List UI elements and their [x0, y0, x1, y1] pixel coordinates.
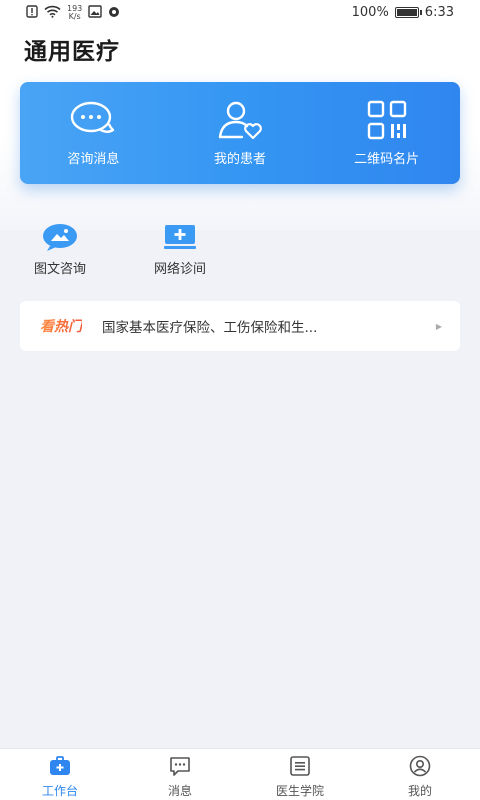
triangle-right-icon: ▶	[435, 321, 442, 331]
message-icon	[170, 757, 190, 776]
network-speed-unit: K/s	[68, 12, 81, 21]
hot-news-bar[interactable]: 看热门 国家基本医疗保险、工伤保险和生... ▶	[20, 301, 460, 351]
user-icon	[409, 755, 431, 777]
online-clinic-button[interactable]: 网络诊间	[130, 222, 230, 277]
consult-messages-button[interactable]: 咨询消息	[33, 100, 153, 167]
page-title: 通用医疗	[24, 39, 120, 65]
hot-news-text[interactable]: 国家基本医疗保险、工伤保险和生...	[102, 316, 394, 336]
network-speed: 193 K/s	[67, 5, 82, 21]
tab-mine[interactable]: 我的	[360, 749, 480, 800]
battery-percent: 100%	[351, 5, 389, 20]
tab-doctor-academy-label: 医生学院	[275, 784, 324, 798]
feature-row: 图文咨询 网络诊间	[0, 222, 480, 282]
quick-actions-card: 咨询消息 我的患者 二维码名片	[20, 82, 460, 184]
gallery-icon	[88, 5, 102, 21]
briefcase-icon	[50, 756, 70, 775]
tab-workbench[interactable]: 工作台	[0, 749, 120, 800]
qr-card-label: 二维码名片	[354, 151, 420, 167]
monitor-plus-icon	[164, 225, 196, 249]
tab-mine-label: 我的	[407, 784, 432, 798]
clock: 6:33	[424, 5, 454, 20]
image-chat-icon	[43, 224, 77, 251]
tab-messages[interactable]: 消息	[120, 749, 240, 800]
image-consult-label: 图文咨询	[33, 262, 86, 277]
sim-alert-icon	[26, 5, 38, 21]
image-consult-button[interactable]: 图文咨询	[10, 222, 110, 277]
list-icon	[290, 756, 310, 776]
online-clinic-label: 网络诊间	[153, 262, 206, 277]
tab-doctor-academy[interactable]: 医生学院	[240, 749, 360, 800]
my-patients-label: 我的患者	[213, 151, 266, 167]
tab-messages-label: 消息	[167, 784, 192, 798]
patient-icon	[218, 101, 262, 139]
consult-messages-label: 咨询消息	[67, 151, 120, 167]
status-bar: 193 K/s 100% 6:33	[0, 0, 480, 26]
wifi-icon	[44, 5, 61, 21]
eye-icon	[108, 6, 120, 21]
qr-card-button[interactable]: 二维码名片	[327, 100, 447, 167]
tab-workbench-label: 工作台	[41, 784, 78, 798]
bottom-tab-bar: 工作台 消息 医生学院 我的	[0, 748, 480, 800]
hot-tag: 看热门	[40, 316, 82, 336]
qr-code-icon	[367, 100, 406, 139]
my-patients-button[interactable]: 我的患者	[180, 100, 300, 167]
battery-icon	[394, 7, 422, 18]
chat-bubble-icon	[71, 101, 115, 133]
